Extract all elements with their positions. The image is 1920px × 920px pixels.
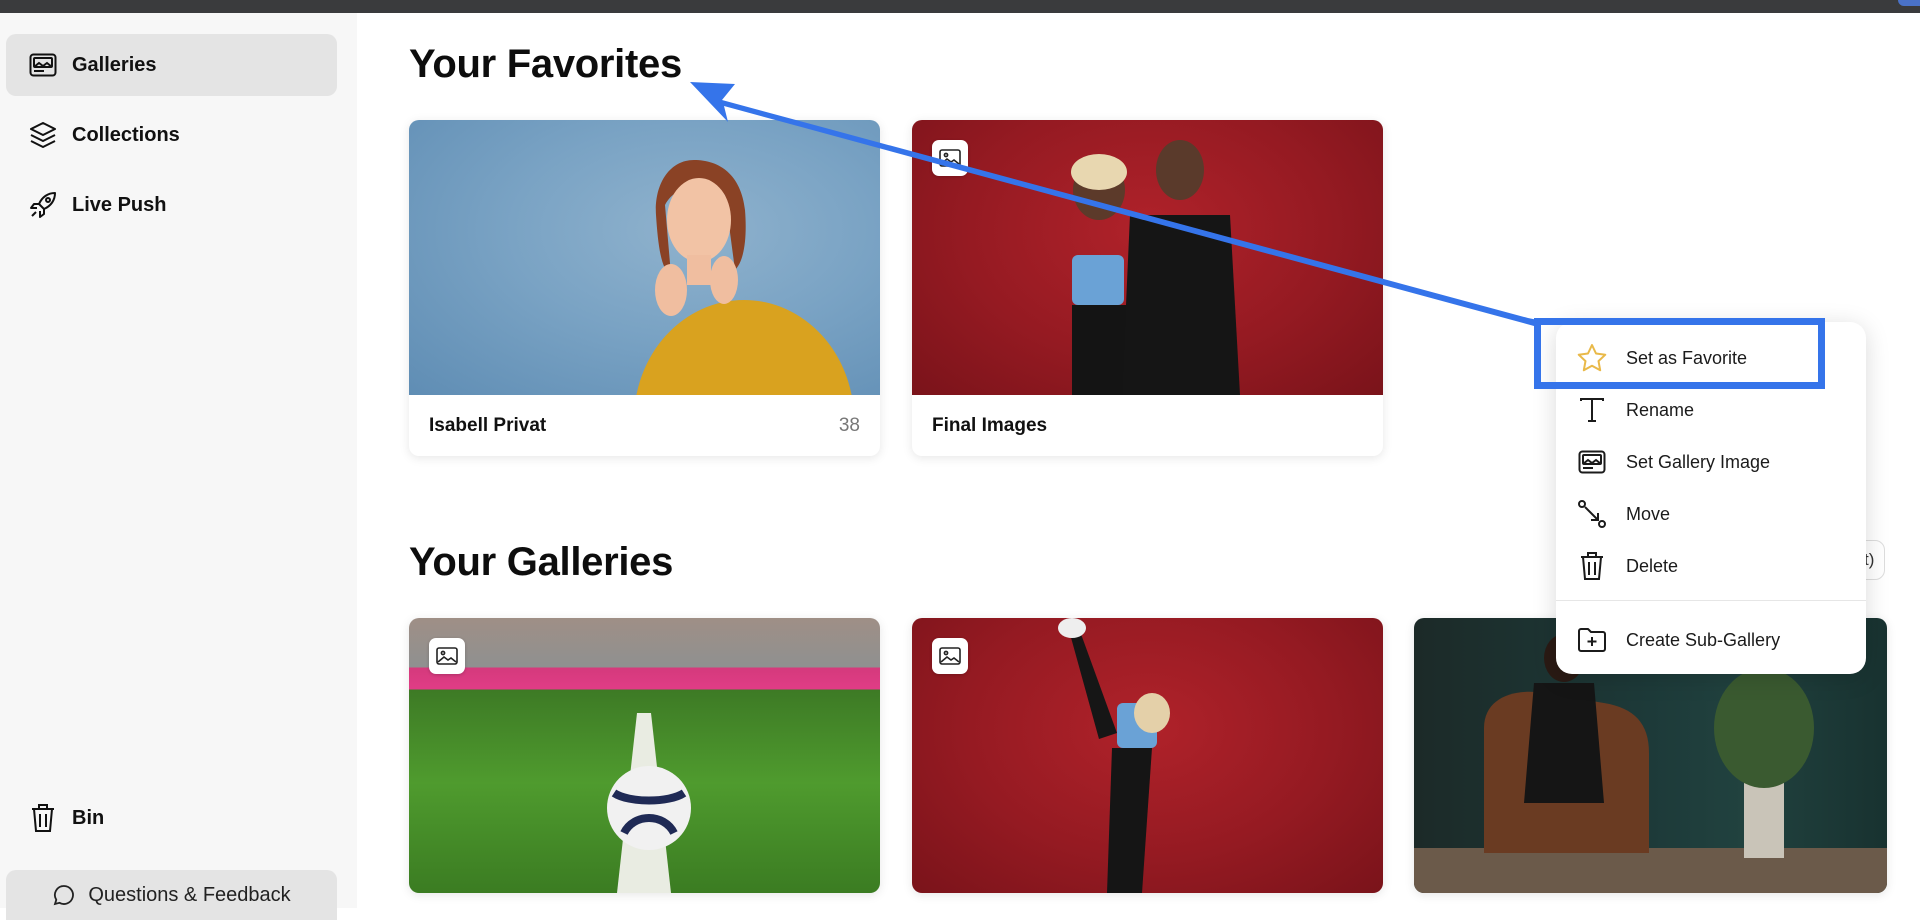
image-badge-icon bbox=[932, 638, 968, 674]
star-icon bbox=[1576, 342, 1608, 374]
sidebar-item-galleries[interactable]: Galleries bbox=[6, 34, 337, 96]
menu-item-label: Set as Favorite bbox=[1626, 347, 1748, 368]
image-badge-icon bbox=[429, 638, 465, 674]
menu-item-create-sub-gallery[interactable]: Create Sub-Gallery bbox=[1576, 618, 1846, 662]
sidebar-item-label: Galleries bbox=[72, 53, 157, 76]
gallery-card-fitness[interactable] bbox=[912, 618, 1383, 893]
menu-item-label: Move bbox=[1626, 503, 1671, 524]
sidebar-item-bin[interactable]: Bin bbox=[6, 787, 337, 849]
gallery-thumbnail bbox=[409, 120, 880, 395]
menu-item-set-gallery-image[interactable]: Set Gallery Image bbox=[1576, 440, 1846, 484]
gallery-thumbnail bbox=[912, 120, 1383, 395]
layers-icon bbox=[28, 120, 58, 150]
avatar[interactable] bbox=[1898, 0, 1920, 6]
trash-icon bbox=[1576, 550, 1608, 582]
gallery-thumbnail bbox=[912, 618, 1383, 893]
folder-plus-icon bbox=[1576, 624, 1608, 656]
text-icon bbox=[1576, 394, 1608, 426]
card-title: Final Images bbox=[932, 414, 1048, 436]
feedback-button[interactable]: Questions & Feedback bbox=[6, 870, 337, 920]
favorite-card-isabell[interactable]: Isabell Privat 38 bbox=[409, 120, 880, 456]
context-menu: Set as Favorite Rename Set Gallery Image… bbox=[1556, 322, 1866, 674]
sidebar-item-label: Live Push bbox=[72, 193, 167, 216]
sidebar-item-live-push[interactable]: Live Push bbox=[6, 174, 337, 236]
gallery-icon bbox=[28, 50, 58, 80]
menu-item-label: Create Sub-Gallery bbox=[1626, 629, 1781, 650]
menu-divider bbox=[1556, 600, 1866, 601]
menu-item-label: Delete bbox=[1626, 555, 1679, 576]
favorites-title: Your Favorites bbox=[409, 42, 682, 86]
gallery-card-football[interactable] bbox=[409, 618, 880, 893]
gallery-image-icon bbox=[1576, 446, 1608, 478]
sidebar-bin-label: Bin bbox=[72, 806, 105, 829]
chat-bubble-icon bbox=[52, 882, 78, 908]
rocket-icon bbox=[28, 190, 58, 220]
menu-item-label: Rename bbox=[1626, 399, 1695, 420]
trash-icon bbox=[28, 803, 58, 833]
top-bar bbox=[0, 0, 1920, 13]
menu-item-move[interactable]: Move bbox=[1576, 492, 1846, 536]
menu-item-rename[interactable]: Rename bbox=[1576, 388, 1846, 432]
feedback-label: Questions & Feedback bbox=[88, 883, 291, 906]
menu-item-set-favorite[interactable]: Set as Favorite bbox=[1576, 336, 1846, 380]
gallery-thumbnail bbox=[409, 618, 880, 893]
sidebar-item-label: Collections bbox=[72, 123, 180, 146]
sidebar: Galleries Collections Live Push Bin Ques… bbox=[0, 13, 357, 920]
menu-item-label: Set Gallery Image bbox=[1626, 451, 1771, 472]
move-icon bbox=[1576, 498, 1608, 530]
card-title: Isabell Privat bbox=[429, 414, 547, 436]
card-count: 38 bbox=[838, 414, 860, 436]
favorite-card-final-images[interactable]: Final Images bbox=[912, 120, 1383, 456]
menu-item-delete[interactable]: Delete bbox=[1576, 544, 1846, 588]
galleries-title: Your Galleries bbox=[409, 540, 674, 584]
image-badge-icon bbox=[932, 140, 968, 176]
sidebar-item-collections[interactable]: Collections bbox=[6, 104, 337, 166]
